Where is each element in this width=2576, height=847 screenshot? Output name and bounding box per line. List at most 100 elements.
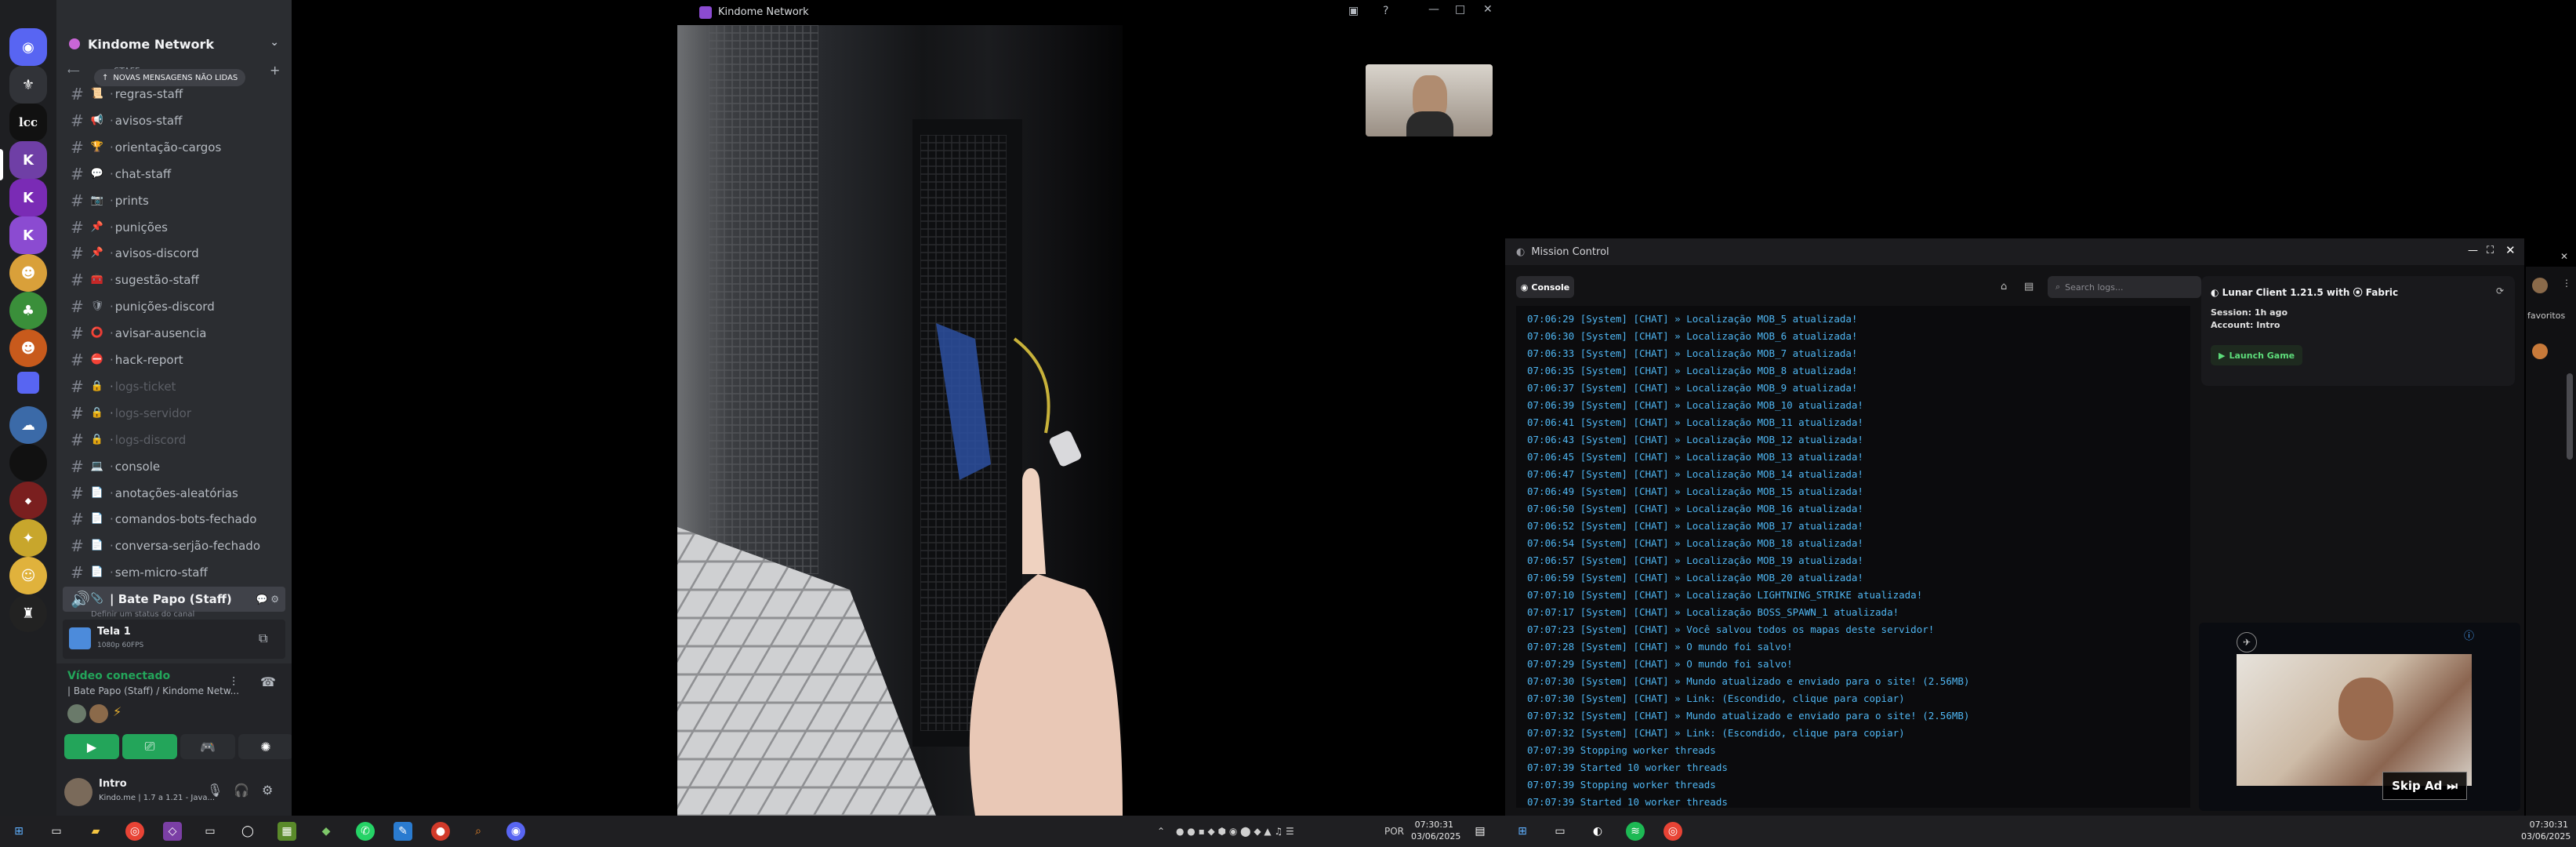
camera-button[interactable]: ▶ — [64, 734, 119, 759]
video-ad[interactable]: ✈ ⓘ Skip Ad ⏭ — [2199, 623, 2520, 811]
channel-item[interactable]: # 📢 · avisos-staff — [63, 108, 285, 133]
folder-icon[interactable]: ▤ — [2024, 281, 2034, 293]
file-explorer-icon[interactable]: ▰ — [86, 822, 105, 841]
channel-item[interactable]: # 🔒 · logs-servidor — [63, 401, 285, 426]
search-logs-input[interactable]: ⌕ Search logs... — [2048, 276, 2201, 298]
channel-item[interactable]: # 💬 · chat-staff — [63, 162, 285, 187]
channel-item[interactable]: # 📌 · avisos-discord — [63, 241, 285, 266]
server-icon-2[interactable]: lcc — [9, 104, 47, 141]
vs-icon[interactable]: ◇ — [163, 822, 182, 841]
server-icon-8[interactable]: ☻ — [9, 329, 47, 367]
task-view-icon[interactable]: ▭ — [47, 822, 66, 841]
folder-icon[interactable] — [17, 372, 39, 394]
screen-share-button[interactable]: ⎚ — [122, 734, 177, 759]
guild-header[interactable]: Kindome Network ⌄ — [56, 28, 292, 60]
ad-info-icon[interactable]: ⓘ — [2464, 627, 2474, 642]
chrome-icon[interactable]: ◎ — [1664, 822, 1682, 841]
channel-item[interactable]: # 📄 · comandos-bots-fechado — [63, 507, 285, 532]
voice-location[interactable]: | Bate Papo (Staff) / Kindome Netw... — [67, 685, 239, 696]
channel-item[interactable]: # 📄 · conversa-serjão-fechado — [63, 533, 285, 558]
channel-item[interactable]: # ⛔ · hack-report — [63, 347, 285, 373]
chrome-icon[interactable]: ◎ — [125, 822, 144, 841]
settings-gear-icon[interactable]: ⚙ — [262, 783, 273, 798]
channel-item[interactable]: # 🏆 · orientação-cargos — [63, 135, 285, 160]
home-icon[interactable]: ⌂ — [2001, 281, 2007, 293]
app-icon[interactable]: ● — [431, 822, 450, 841]
more-icon[interactable]: ⋮ — [2562, 278, 2571, 289]
soundboard-button[interactable]: ✺ — [238, 734, 293, 759]
server-icon-6[interactable]: ☻ — [9, 254, 47, 292]
notification-icon[interactable]: ▤ — [1471, 822, 1489, 841]
noise-suppression-icon[interactable]: ⫶ — [232, 674, 235, 690]
mission-control-taskbar-icon[interactable]: ◐ — [1588, 822, 1607, 841]
activity-button[interactable]: 🎮 — [180, 734, 235, 759]
user-name[interactable]: Intro — [99, 778, 127, 790]
whatsapp-icon[interactable]: ✆ — [356, 822, 375, 841]
server-icon-5[interactable]: K — [9, 216, 47, 254]
help-icon[interactable]: ? — [1383, 5, 1388, 17]
popout-icon[interactable]: ⧉ — [259, 631, 267, 646]
voice-channel-active[interactable]: 🔊 📎 | Bate Papo (Staff) 💬 ⚙ — [63, 587, 285, 612]
channel-item[interactable]: # 📷 · prints — [63, 188, 285, 213]
log-output[interactable]: 07:06:29 [System] [CHAT] » Localização M… — [1516, 306, 2190, 808]
app-icon[interactable]: ◆ — [317, 822, 336, 841]
server-icon-11[interactable]: ◆ — [9, 482, 47, 519]
minecraft-icon[interactable]: ▦ — [278, 822, 296, 841]
browser-icon[interactable]: ◯ — [238, 822, 257, 841]
avatar[interactable] — [64, 778, 93, 806]
channel-item[interactable]: # 📄 · sem-micro-staff — [63, 560, 285, 585]
minimize-icon[interactable]: — — [1428, 3, 1439, 16]
disconnect-icon[interactable]: ☎ — [260, 674, 276, 689]
server-icon-12[interactable]: ✦ — [9, 519, 47, 557]
scrollbar[interactable] — [2567, 373, 2573, 460]
webcam-overlay[interactable] — [1366, 64, 1493, 136]
server-icon-7[interactable]: ♣ — [9, 292, 47, 329]
task-view-icon[interactable]: ▭ — [1551, 822, 1569, 841]
channel-item[interactable]: # 🔒 · logs-discord — [63, 427, 285, 453]
maximize-icon[interactable]: ⛶ — [2487, 245, 2494, 256]
headset-icon[interactable]: 🎧 — [234, 783, 249, 798]
clock[interactable]: 07:30:31 03/06/2025 — [1411, 819, 1460, 842]
editor-icon[interactable]: ✎ — [394, 822, 412, 841]
stream-viewer[interactable]: Kindome Network ▣ ? — □ ✕ — [292, 0, 1505, 816]
server-icon-4[interactable]: K — [9, 179, 47, 216]
add-channel-icon[interactable]: + — [270, 63, 280, 78]
server-icon-9[interactable]: ☁ — [9, 406, 47, 444]
voice-connected-label[interactable]: Vídeo conectado — [67, 670, 170, 682]
voice-member-avatar[interactable] — [67, 704, 86, 723]
tray-chevron-icon[interactable]: ⌃ — [1157, 826, 1165, 837]
skip-ad-button[interactable]: Skip Ad ⏭ — [2382, 772, 2467, 800]
mic-icon[interactable]: 🎙 — [207, 783, 223, 798]
activity-icon[interactable]: ⚡ — [113, 704, 122, 719]
channel-item[interactable]: # 📌 · punições — [63, 215, 285, 240]
channel-item[interactable]: # 🧰 · sugestão-staff — [63, 267, 285, 293]
close-icon[interactable]: ✕ — [1483, 3, 1493, 16]
discord-home-icon[interactable]: ◉ — [9, 28, 47, 66]
maximize-icon[interactable]: □ — [1455, 3, 1465, 16]
windows-start-icon[interactable]: ⊞ — [9, 822, 28, 841]
voice-channel-actions-icon[interactable]: 💬 ⚙ — [256, 594, 279, 605]
keyboard-language[interactable]: POR — [1384, 826, 1404, 837]
spotify-icon[interactable]: ≋ — [1626, 822, 1645, 841]
search-app-icon[interactable]: ⌕ — [469, 822, 488, 841]
channel-item[interactable]: # 📄 · anotações-aleatórias — [63, 481, 285, 506]
launch-game-button[interactable]: ▶ Launch Game — [2211, 345, 2303, 365]
channel-item[interactable]: # 💻 · console — [63, 454, 285, 479]
refresh-icon[interactable]: ⟳ — [2496, 285, 2504, 296]
windows-start-icon[interactable]: ⊞ — [1513, 822, 1532, 841]
server-icon-1[interactable]: ⚜ — [9, 66, 47, 104]
tab-console[interactable]: ◉ Console — [1516, 276, 1574, 298]
stream-preview[interactable]: Tela 1 1080p 60FPS ⧉ — [63, 620, 285, 659]
inbox-icon[interactable]: ▣ — [1348, 5, 1359, 17]
voice-member-avatar[interactable] — [89, 704, 108, 723]
channel-item[interactable]: # ⭕ · avisar-ausencia — [63, 321, 285, 346]
server-icon-14[interactable]: ♜ — [9, 594, 47, 632]
channel-item[interactable]: # 🔒 · logs-ticket — [63, 374, 285, 399]
server-icon-13[interactable]: ☺ — [9, 557, 47, 594]
channel-item[interactable]: # 📜 · regras-staff — [63, 82, 285, 107]
stream-video[interactable] — [677, 25, 1123, 816]
terminal-icon[interactable]: ▭ — [201, 822, 220, 841]
ad-rocket-icon[interactable]: ✈ — [2237, 632, 2257, 653]
server-icon-10[interactable] — [9, 444, 47, 482]
close-icon[interactable]: ✕ — [2505, 243, 2516, 257]
